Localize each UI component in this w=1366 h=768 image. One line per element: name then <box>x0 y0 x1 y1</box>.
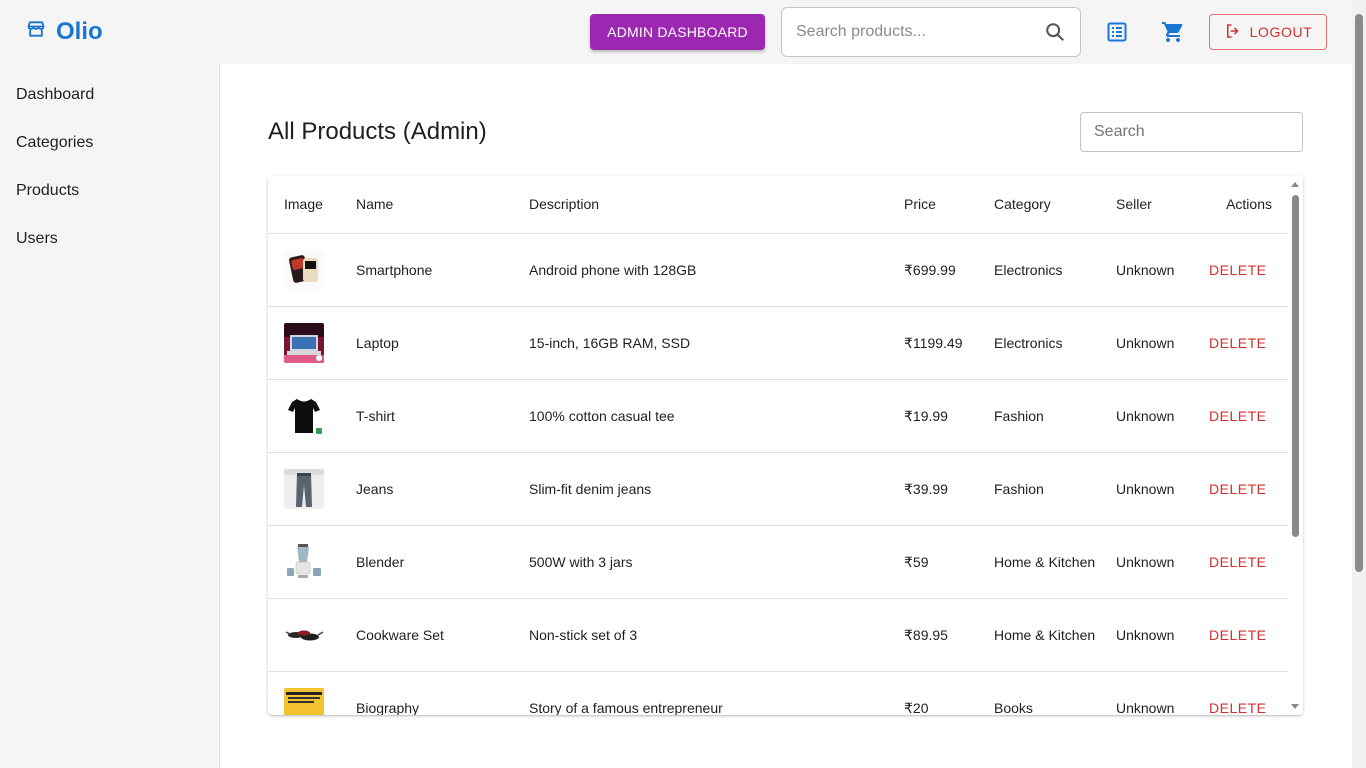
product-description: Android phone with 128GB <box>513 233 888 307</box>
orders-list-icon[interactable] <box>1105 20 1129 44</box>
table-search-input[interactable] <box>1080 112 1303 152</box>
cookware-image <box>284 614 324 655</box>
table-row: T-shirt 100% cotton casual tee ₹19.99 Fa… <box>268 379 1288 453</box>
product-price: ₹39.99 <box>888 452 978 526</box>
product-name: T-shirt <box>340 379 513 453</box>
delete-button[interactable]: DELETE <box>1209 335 1266 351</box>
scroll-up-icon[interactable] <box>1291 182 1299 187</box>
product-name: Smartphone <box>340 233 513 307</box>
sidebar-item-categories[interactable]: Categories <box>0 119 219 167</box>
table-row: Smartphone Android phone with 128GB ₹699… <box>268 233 1288 307</box>
sidebar-item-dashboard[interactable]: Dashboard <box>0 71 219 119</box>
product-seller: Unknown <box>1100 671 1193 715</box>
app-header: Olio ADMIN DASHBOARD LOGOUT <box>0 0 1352 64</box>
product-category: Home & Kitchen <box>978 598 1100 672</box>
table-scroll-thumb[interactable] <box>1292 195 1299 537</box>
sidebar-item-products[interactable]: Products <box>0 167 219 215</box>
store-icon <box>26 18 46 46</box>
column-header-category: Category <box>978 176 1100 234</box>
column-header-name: Name <box>340 176 513 234</box>
product-category: Fashion <box>978 379 1100 453</box>
product-seller: Unknown <box>1100 233 1193 307</box>
logout-button[interactable]: LOGOUT <box>1209 14 1327 50</box>
page-scroll-thumb[interactable] <box>1355 14 1363 572</box>
product-seller: Unknown <box>1100 452 1193 526</box>
admin-dashboard-button[interactable]: ADMIN DASHBOARD <box>590 14 765 50</box>
product-description: 100% cotton casual tee <box>513 379 888 453</box>
column-header-description: Description <box>513 176 888 234</box>
product-category: Books <box>978 671 1100 715</box>
brand-name: Olio <box>56 18 103 45</box>
delete-button[interactable]: DELETE <box>1209 481 1266 497</box>
table-header-row: Image Name Description Price Category Se… <box>268 176 1288 234</box>
jeans-image <box>284 468 324 509</box>
product-seller: Unknown <box>1100 525 1193 599</box>
product-name: Laptop <box>340 306 513 380</box>
tshirt-image <box>284 395 324 436</box>
delete-button[interactable]: DELETE <box>1209 700 1266 716</box>
product-seller: Unknown <box>1100 379 1193 453</box>
column-header-seller: Seller <box>1100 176 1193 234</box>
product-description: 500W with 3 jars <box>513 525 888 599</box>
product-price: ₹20 <box>888 671 978 715</box>
products-table-scroll-area[interactable]: Image Name Description Price Category Se… <box>268 176 1288 715</box>
product-price: ₹89.95 <box>888 598 978 672</box>
product-price: ₹19.99 <box>888 379 978 453</box>
delete-button[interactable]: DELETE <box>1209 627 1266 643</box>
product-category: Electronics <box>978 233 1100 307</box>
product-category: Home & Kitchen <box>978 525 1100 599</box>
product-name: Biography <box>340 671 513 715</box>
sidebar: Dashboard Categories Products Users <box>0 64 220 768</box>
product-seller: Unknown <box>1100 306 1193 380</box>
logout-label: LOGOUT <box>1249 24 1313 40</box>
brand-logo[interactable]: Olio <box>26 18 103 46</box>
table-row: Laptop 15-inch, 16GB RAM, SSD ₹1199.49 E… <box>268 306 1288 380</box>
product-description: Story of a famous entrepreneur <box>513 671 888 715</box>
product-name: Blender <box>340 525 513 599</box>
page-scrollbar[interactable] <box>1352 0 1366 768</box>
product-description: 15-inch, 16GB RAM, SSD <box>513 306 888 380</box>
product-category: Electronics <box>978 306 1100 380</box>
delete-button[interactable]: DELETE <box>1209 408 1266 424</box>
search-icon[interactable] <box>1044 21 1066 43</box>
products-table: Image Name Description Price Category Se… <box>268 176 1288 715</box>
products-table-card: Image Name Description Price Category Se… <box>268 176 1303 715</box>
scroll-down-icon[interactable] <box>1291 704 1299 709</box>
laptop-image <box>284 322 324 363</box>
product-search-input[interactable] <box>796 23 1044 41</box>
sidebar-item-users[interactable]: Users <box>0 215 219 263</box>
product-description: Non-stick set of 3 <box>513 598 888 672</box>
main-content: All Products (Admin) Image Name Descript… <box>220 64 1352 768</box>
delete-button[interactable]: DELETE <box>1209 262 1266 278</box>
product-description: Slim-fit denim jeans <box>513 452 888 526</box>
cart-icon[interactable] <box>1161 20 1185 44</box>
product-category: Fashion <box>978 452 1100 526</box>
product-seller: Unknown <box>1100 598 1193 672</box>
book-image <box>284 687 324 715</box>
table-row: Blender 500W with 3 jars ₹59 Home & Kitc… <box>268 525 1288 599</box>
table-row: Jeans Slim-fit denim jeans ₹39.99 Fashio… <box>268 452 1288 526</box>
product-name: Jeans <box>340 452 513 526</box>
column-header-actions: Actions <box>1193 176 1288 234</box>
delete-button[interactable]: DELETE <box>1209 554 1266 570</box>
table-scrollbar[interactable] <box>1288 176 1303 715</box>
product-price: ₹699.99 <box>888 233 978 307</box>
product-search-box <box>781 7 1081 57</box>
logout-icon <box>1224 22 1242 43</box>
blender-image <box>284 541 324 582</box>
product-price: ₹59 <box>888 525 978 599</box>
product-price: ₹1199.49 <box>888 306 978 380</box>
table-row: Biography Story of a famous entrepreneur… <box>268 671 1288 715</box>
smartphone-image <box>284 249 324 290</box>
column-header-price: Price <box>888 176 978 234</box>
product-name: Cookware Set <box>340 598 513 672</box>
table-row: Cookware Set Non-stick set of 3 ₹89.95 H… <box>268 598 1288 672</box>
column-header-image: Image <box>268 176 340 234</box>
page-title: All Products (Admin) <box>268 118 487 145</box>
